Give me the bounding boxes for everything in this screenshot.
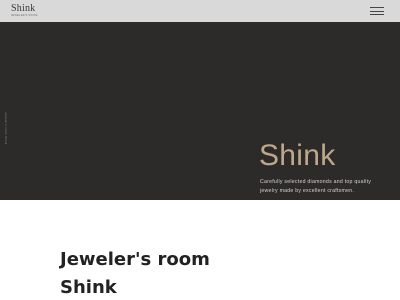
logo-tagline: JEWELER'S ROOM: [11, 14, 38, 17]
menu-line: [370, 14, 384, 15]
menu-line: [370, 7, 384, 8]
hamburger-menu-icon[interactable]: [370, 7, 384, 15]
top-header: Shink JEWELER'S ROOM: [0, 0, 400, 22]
logo-text: Shink: [11, 3, 36, 14]
intro-heading-line2: Shink: [60, 277, 117, 298]
hero-section: Jeweler's room Shink Shink Carefully sel…: [0, 22, 400, 200]
vertical-side-text: Jeweler's room Shink: [4, 112, 8, 145]
intro-heading: Jeweler's room Shink: [60, 246, 210, 300]
intro-heading-line1: Jeweler's room: [60, 249, 210, 270]
page: Shink JEWELER'S ROOM Jeweler's room Shin…: [0, 0, 400, 300]
hero-title: Shink: [259, 139, 336, 172]
hero-description: Carefully selected diamonds and top qual…: [260, 179, 372, 194]
logo[interactable]: Shink JEWELER'S ROOM: [11, 4, 38, 18]
menu-line: [370, 10, 384, 12]
